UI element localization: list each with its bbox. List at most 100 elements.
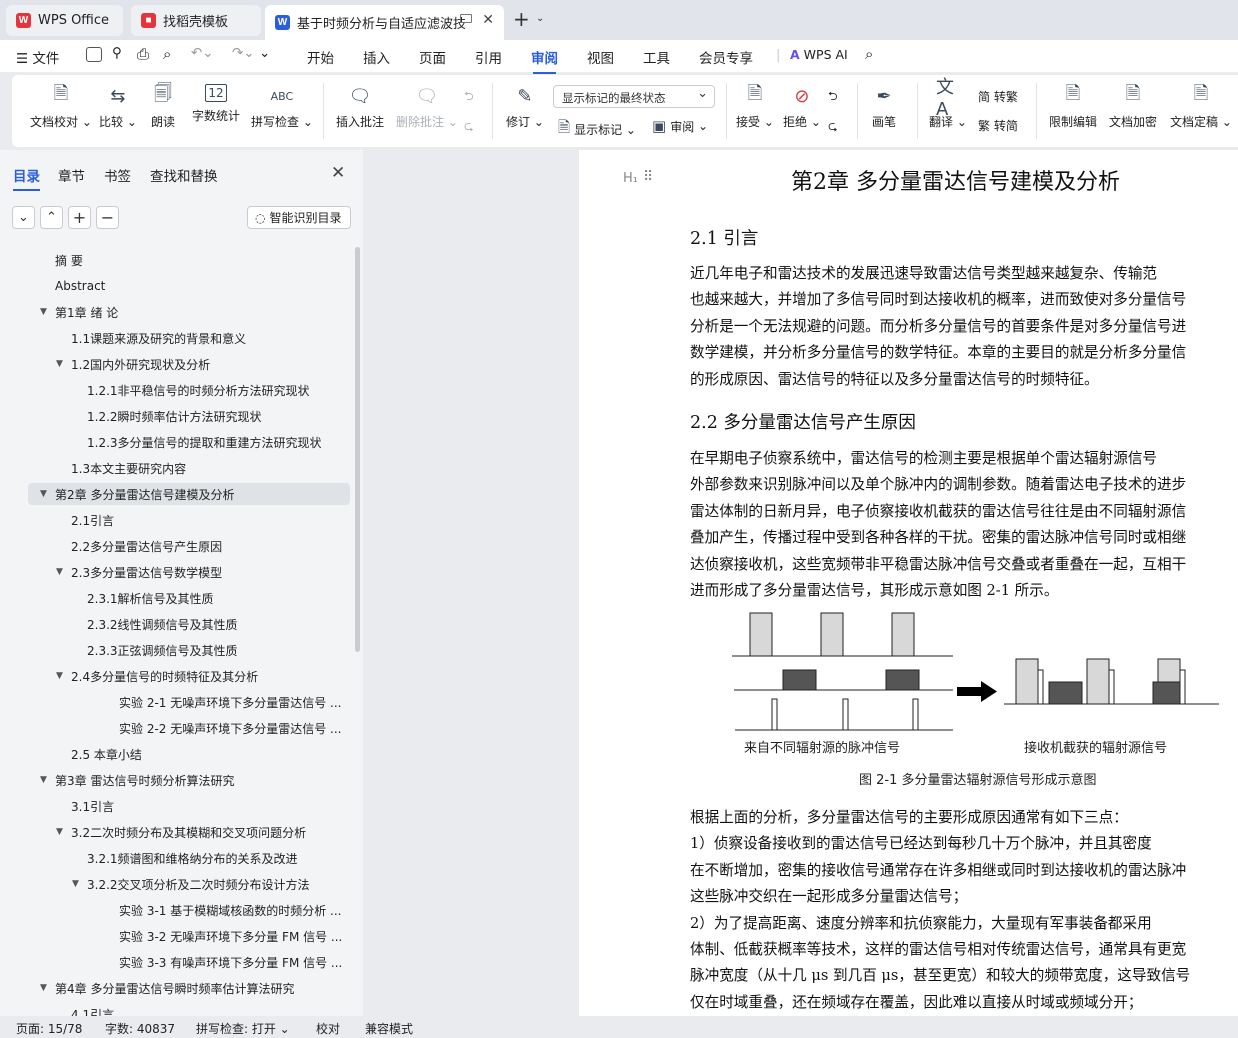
search-icon[interactable]: ⌕ bbox=[865, 45, 873, 63]
toc-item[interactable]: 2.2多分量雷达信号产生原因 bbox=[0, 535, 350, 557]
read-aloud-button[interactable]: 🗐 朗读 bbox=[151, 83, 175, 130]
restrict-edit-button[interactable]: 🗎 限制编辑 bbox=[1049, 83, 1097, 130]
wps-ai-button[interactable]: A WPS AI bbox=[790, 47, 848, 62]
toc-item[interactable]: 实验 3-2 无噪声环境下多分量 FM 信号 ... bbox=[0, 925, 350, 947]
toc-item[interactable]: 2.3.2线性调频信号及其性质 bbox=[0, 613, 350, 635]
toc-item[interactable]: ▼ 第3章 雷达信号时频分析算法研究 bbox=[0, 769, 350, 791]
accept-button[interactable]: 🗎 接受 ⌄ bbox=[736, 83, 774, 130]
toc-item[interactable]: 2.3.3正弦调频信号及其性质 bbox=[0, 639, 350, 661]
toc-item[interactable]: 3.2.1频谱图和维格纳分布的关系及改进 bbox=[0, 847, 350, 869]
toc-item[interactable]: ▼ 第1章 绪 论 bbox=[0, 301, 350, 323]
toc-item[interactable]: 2.5 本章小结 bbox=[0, 743, 350, 765]
add-heading-button[interactable]: + bbox=[68, 206, 91, 229]
toc-item[interactable]: 实验 2-2 无噪声环境下多分量雷达信号 ... bbox=[0, 717, 350, 739]
spell-check-button[interactable]: ABC 拼写检查 ⌄ bbox=[251, 84, 313, 130]
expand-arrow-icon[interactable]: ▼ bbox=[56, 827, 63, 837]
heading-style-icon[interactable]: H₁ bbox=[623, 171, 638, 186]
expand-arrow-icon[interactable]: ▼ bbox=[56, 567, 63, 577]
tab-list-chevron-icon[interactable]: ⌄ bbox=[536, 13, 544, 24]
menu-review[interactable]: 审阅 bbox=[531, 47, 558, 74]
menu-tools[interactable]: 工具 bbox=[643, 47, 670, 67]
doc-encrypt-button[interactable]: 🗎 文档加密 bbox=[1109, 83, 1157, 130]
toc-item[interactable]: ▼ 2.3多分量雷达信号数学模型 bbox=[0, 561, 350, 583]
toc-item[interactable]: ▼ 1.2国内外研究现状及分析 bbox=[0, 353, 350, 375]
smart-toc-button[interactable]: ◌ 智能识别目录 bbox=[247, 206, 351, 229]
proofread-button[interactable]: 🗎 文档校对 ⌄ bbox=[30, 83, 92, 130]
menu-insert[interactable]: 插入 bbox=[363, 47, 390, 67]
page-indicator[interactable]: 页面: 15/78 bbox=[16, 1020, 82, 1037]
toc-item[interactable]: 实验 2-1 无噪声环境下多分量雷达信号 ... bbox=[0, 691, 350, 713]
prev-revision-icon[interactable]: ⮌ bbox=[828, 87, 838, 108]
window-preview-icon[interactable] bbox=[460, 14, 472, 23]
toc-item[interactable]: ▼ 第2章 多分量雷达信号建模及分析 bbox=[28, 483, 350, 505]
toc-item[interactable]: ▼ 2.4多分量信号的时频特征及其分析 bbox=[0, 665, 350, 687]
tab-toc[interactable]: 目录 bbox=[13, 165, 40, 191]
toc-item[interactable]: 1.3本文主要研究内容 bbox=[0, 457, 350, 479]
toc-item[interactable]: 实验 3-3 有噪声环境下多分量 FM 信号 ... bbox=[0, 951, 350, 973]
save-icon[interactable] bbox=[86, 47, 102, 62]
tab-template-store[interactable]: ■ 找稻壳模板 bbox=[131, 5, 261, 36]
revise-button[interactable]: ✎ 修订 ⌄ bbox=[506, 84, 544, 130]
proofread-status[interactable]: 校对 bbox=[316, 1020, 340, 1037]
tab-bookmarks[interactable]: 书签 bbox=[104, 165, 131, 185]
menu-page[interactable]: 页面 bbox=[419, 47, 446, 67]
drag-handle-icon[interactable]: ⠿ bbox=[643, 169, 653, 185]
review-pane-button[interactable]: ▣ 审阅 ⌄ bbox=[652, 117, 708, 135]
menu-start[interactable]: 开始 bbox=[307, 47, 334, 67]
reject-button[interactable]: ⊘ 拒绝 ⌄ bbox=[783, 84, 821, 130]
ink-button[interactable]: ✒ 画笔 bbox=[872, 84, 896, 130]
toc-item[interactable]: 1.1课题来源及研究的背景和意义 bbox=[0, 327, 350, 349]
tab-find-replace[interactable]: 查找和替换 bbox=[150, 165, 218, 185]
expand-arrow-icon[interactable]: ▼ bbox=[56, 671, 63, 681]
print-preview-icon[interactable]: ⌕ bbox=[163, 45, 171, 63]
toc-item[interactable]: 1.2.1非平稳信号的时频分析方法研究现状 bbox=[0, 379, 350, 401]
quick-access-more-icon[interactable]: ⌄ bbox=[259, 45, 270, 61]
markup-state-select[interactable]: 显示标记的最终状态 bbox=[553, 85, 715, 108]
toc-item[interactable]: 4.1引言 bbox=[0, 1003, 350, 1017]
expand-arrow-icon[interactable]: ▼ bbox=[40, 307, 47, 317]
delete-comment-button[interactable]: 🗨 删除批注 ⌄ bbox=[396, 84, 458, 130]
tab-document[interactable]: W 基于时频分析与自适应滤波技 ✕ bbox=[265, 5, 504, 40]
expand-arrow-icon[interactable]: ▼ bbox=[40, 489, 47, 499]
show-markup-button[interactable]: 🗎 显示标记 ⌄ bbox=[558, 117, 636, 142]
prev-comment-icon[interactable]: ⮌ bbox=[464, 87, 474, 108]
toc-item[interactable]: ▼ 3.2二次时频分布及其模糊和交叉项问题分析 bbox=[0, 821, 350, 843]
to-simplified-button[interactable]: 繁 转简 bbox=[978, 117, 1018, 134]
toc-item[interactable]: 1.2.3多分量信号的提取和重建方法研究现状 bbox=[0, 431, 350, 453]
next-revision-icon[interactable]: ⮎ bbox=[828, 117, 838, 138]
toc-item[interactable]: 2.1引言 bbox=[0, 509, 350, 531]
tab-chapters[interactable]: 章节 bbox=[58, 165, 85, 185]
next-comment-icon[interactable]: ⮎ bbox=[464, 117, 474, 138]
undo-icon[interactable]: ↶⌄ bbox=[191, 45, 214, 61]
translate-button[interactable]: 文A 翻译 ⌄ bbox=[929, 77, 967, 130]
toc-item[interactable]: 实验 3-1 基于模糊域核函数的时频分析 ... bbox=[0, 899, 350, 921]
close-tab-icon[interactable]: ✕ bbox=[482, 12, 494, 28]
toc-item[interactable]: 2.3.1解析信号及其性质 bbox=[0, 587, 350, 609]
word-count-button[interactable]: 12 字数统计 bbox=[192, 84, 240, 124]
insert-comment-button[interactable]: 🗨 插入批注 bbox=[336, 84, 384, 130]
expand-up-button[interactable]: ⌃ bbox=[40, 206, 63, 229]
menu-member[interactable]: 会员专享 bbox=[699, 47, 753, 67]
toc-item[interactable]: 摘 要 bbox=[0, 249, 350, 271]
menu-reference[interactable]: 引用 bbox=[475, 47, 502, 67]
format-painter-icon[interactable]: ⚲ bbox=[112, 45, 122, 61]
redo-icon[interactable]: ↷⌄ bbox=[232, 45, 255, 61]
expand-arrow-icon[interactable]: ▼ bbox=[40, 983, 47, 993]
expand-arrow-icon[interactable]: ▼ bbox=[72, 879, 79, 889]
print-icon[interactable]: ⎙ bbox=[137, 45, 149, 63]
toc-item[interactable]: Abstract bbox=[0, 275, 350, 297]
doc-finalize-button[interactable]: 🗎 文档定稿 ⌄ bbox=[1170, 83, 1232, 130]
tab-wps-office[interactable]: W WPS Office bbox=[6, 5, 123, 36]
expand-arrow-icon[interactable]: ▼ bbox=[40, 775, 47, 785]
to-traditional-button[interactable]: 简 转繁 bbox=[978, 88, 1018, 105]
document-page[interactable]: H₁ ⠿ 第2章 多分量雷达信号建模及分析 2.1 引言 近几年电子和雷达技术的… bbox=[579, 150, 1238, 1016]
remove-heading-button[interactable]: − bbox=[96, 206, 119, 229]
new-tab-button[interactable]: + bbox=[513, 9, 530, 29]
toc-item[interactable]: 3.1引言 bbox=[0, 795, 350, 817]
toc-item[interactable]: 1.2.2瞬时频率估计方法研究现状 bbox=[0, 405, 350, 427]
sidebar-scrollbar[interactable] bbox=[355, 247, 360, 652]
compare-button[interactable]: ⇆ 比较 ⌄ bbox=[99, 84, 137, 130]
toc-item[interactable]: ▼ 第4章 多分量雷达信号瞬时频率估计算法研究 bbox=[0, 977, 350, 999]
toc-item[interactable]: ▼ 3.2.2交叉项分析及二次时频分布设计方法 bbox=[0, 873, 350, 895]
expand-arrow-icon[interactable]: ▼ bbox=[56, 359, 63, 369]
